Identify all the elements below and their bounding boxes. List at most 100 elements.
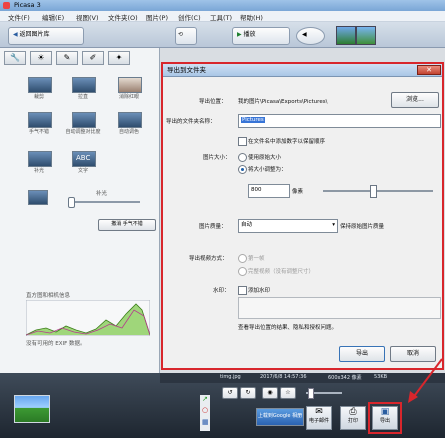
preview-thumbnail[interactable]	[336, 26, 356, 45]
undo-label: 撤消 手气不错	[111, 221, 143, 227]
rotate-left-button[interactable]: ↺	[222, 387, 238, 399]
pin-red-icon[interactable]: ○	[202, 406, 208, 414]
resize-value-input[interactable]: 800	[248, 184, 290, 198]
tag-icon: ◉	[267, 389, 273, 396]
redeye-label: 消除红眼	[118, 94, 139, 100]
resize-radio[interactable]	[238, 165, 247, 174]
menu-help[interactable]: 帮助(H)	[240, 12, 263, 22]
crop-thumb[interactable]	[28, 77, 52, 93]
text-thumb[interactable]: ABC	[72, 151, 96, 167]
menu-create[interactable]: 创作(C)	[178, 12, 201, 22]
chevron-down-icon: ▾	[332, 222, 335, 228]
email-icon: ✉	[315, 407, 323, 417]
menu-picture[interactable]: 图片(P)	[146, 12, 168, 22]
resize-slider-track[interactable]	[323, 190, 433, 192]
auto-color-thumb[interactable]	[118, 112, 142, 128]
rotate-right-button[interactable]: ↻	[240, 387, 256, 399]
fill-light-preview	[28, 190, 48, 205]
export-label: 导出	[355, 350, 368, 357]
nav-back-icon: ◀	[302, 31, 307, 38]
menu-view[interactable]: 视图(V)	[76, 12, 99, 22]
folder-name-value: Pictures	[241, 117, 265, 123]
histogram-chart	[26, 300, 150, 336]
back-to-library-button[interactable]: ◀ 返回图片库	[8, 27, 84, 45]
histogram-label: 直方图和相机信息	[26, 293, 71, 299]
fill-light-slider-thumb[interactable]	[68, 197, 75, 208]
play-label: 播放	[243, 31, 256, 38]
resize-slider-thumb[interactable]	[370, 185, 377, 198]
privacy-hint-link[interactable]: 查看导出位置的结果、隐私和授权问题。	[238, 323, 337, 331]
tag-button[interactable]: ◉	[262, 387, 278, 399]
title-bar: Picasa 3	[0, 0, 445, 11]
browse-button[interactable]: 浏览...	[391, 92, 439, 108]
video-full-label: 完整视频（没有调整尺寸）	[248, 269, 315, 275]
undo-button[interactable]: 撤消 手气不错	[98, 219, 156, 231]
add-watermark-checkbox[interactable]	[238, 286, 247, 295]
text-label: 文字	[77, 168, 88, 174]
preview-thumbnail[interactable]	[356, 26, 376, 45]
rotate-tool-button[interactable]: ⟲	[175, 27, 197, 45]
pin-blue-icon[interactable]: ▦	[202, 418, 209, 426]
fill-light-slider-track[interactable]	[70, 201, 140, 203]
menu-edit[interactable]: 编辑(E)	[42, 12, 64, 22]
rotate-right-icon: ↻	[245, 389, 251, 396]
redeye-thumb[interactable]	[118, 77, 142, 93]
pin-green-icon[interactable]: ↗	[202, 395, 208, 403]
toolbar: ◀ 返回图片库 ⟲ ▶ 播放 ◀	[0, 22, 445, 48]
menu-file[interactable]: 文件(F)	[8, 12, 30, 22]
feeling-lucky-label: 手气不错	[28, 129, 49, 135]
dialog-close-button[interactable]: ✕	[417, 65, 441, 75]
straighten-thumb[interactable]	[72, 77, 96, 93]
tab-basic-fixes[interactable]: 🔧	[4, 51, 26, 65]
edit-panel: 🔧 ☀ ✎ ✐ ✦ 裁剪 拉直 消除红眼 手气不错 自动调整对比度 自动调色 补…	[0, 48, 160, 373]
quality-label: 图片质量：	[199, 224, 227, 230]
auto-contrast-thumb[interactable]	[72, 112, 96, 128]
export-button[interactable]: 导出	[339, 346, 385, 362]
menu-tools[interactable]: 工具(T)	[210, 12, 232, 22]
straighten-label: 拉直	[77, 94, 88, 100]
original-size-radio[interactable]	[238, 153, 247, 162]
quality-value: 自动	[241, 222, 253, 228]
video-format-label: 导出视频方式：	[189, 256, 228, 262]
auto-color-label: 自动调色	[118, 129, 139, 135]
dialog-title: 导出到文件夹	[167, 66, 206, 74]
rotate-left-icon: ↺	[227, 389, 233, 396]
nav-back-button[interactable]: ◀	[296, 27, 325, 45]
quality-select[interactable]: 自动 ▾	[238, 219, 338, 233]
star-button[interactable]: ☆	[280, 387, 296, 399]
feeling-lucky-thumb[interactable]	[28, 112, 52, 128]
text-abc-icon: ABC	[76, 154, 91, 162]
upload-google-button[interactable]: 上载到Google 相册	[256, 408, 304, 426]
video-full-radio	[238, 267, 247, 276]
sun-icon: ☀	[37, 53, 45, 62]
tray-photo-thumbnail[interactable]	[14, 395, 50, 423]
add-sequence-checkbox[interactable]	[238, 137, 247, 146]
resize-label: 将大小调整为：	[248, 167, 287, 173]
fill-light-thumb[interactable]	[28, 151, 52, 167]
wrench-icon: 🔧	[10, 53, 20, 62]
status-filename: timg.jpg	[220, 374, 241, 380]
tab-effects-2[interactable]: ✐	[82, 51, 104, 65]
play-slideshow-button[interactable]: ▶ 播放	[232, 27, 290, 45]
pixels-label: 像素	[292, 189, 304, 195]
close-icon: ✕	[426, 66, 432, 74]
export-folder-icon: ▣	[380, 407, 390, 417]
menu-folder[interactable]: 文件夹(O)	[108, 12, 138, 22]
export-tray-button[interactable]: ▣ 导出	[368, 402, 402, 434]
watermark-label: 水印：	[213, 288, 230, 294]
email-button[interactable]: ✉ 电子邮件	[306, 406, 332, 430]
tab-effects-1[interactable]: ✎	[56, 51, 78, 65]
folder-name-input[interactable]: Pictures	[238, 114, 441, 128]
image-size-label: 图片大小：	[203, 155, 231, 161]
export-tray-label: 导出	[379, 418, 390, 424]
zoom-slider-thumb[interactable]	[308, 388, 314, 399]
watermark-text-input	[238, 297, 441, 319]
dialog-title-bar: 导出到文件夹	[163, 64, 442, 77]
tab-tuning[interactable]: ☀	[30, 51, 52, 65]
tab-effects-3[interactable]: ✦	[108, 51, 130, 65]
print-button[interactable]: ⎙ 打印	[340, 406, 366, 430]
original-size-label: 使用原始大小	[248, 155, 282, 161]
status-size: 53KB	[374, 374, 388, 380]
crop-label: 裁剪	[33, 94, 44, 100]
printer-icon: ⎙	[349, 407, 357, 417]
